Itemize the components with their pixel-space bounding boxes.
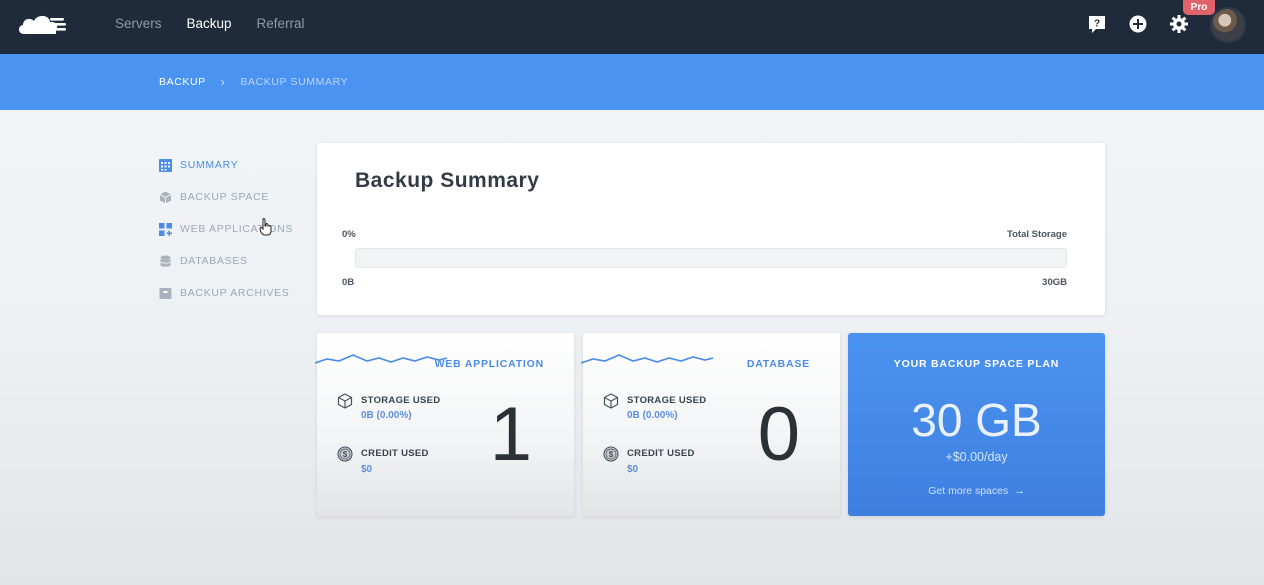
gear-icon[interactable] [1169,14,1189,34]
sidebar-item-web-applications[interactable]: WEB APPLICATIONS [159,214,293,246]
web-application-count: 1 [489,392,532,477]
plan-title: YOUR BACKUP SPACE PLAN [893,358,1060,370]
backup-space-plan-card: YOUR BACKUP SPACE PLAN 30 GB +$0.00/day … [848,333,1105,516]
cloud-logo-icon[interactable] [16,12,68,38]
storage-used-label: STORAGE USED [361,395,441,406]
coin-icon: $ [603,446,619,462]
sidebar-item-label: BACKUP ARCHIVES [180,287,290,299]
box-icon [337,393,353,409]
breadcrumb: BACKUP › BACKUP SUMMARY [159,75,348,89]
svg-text:$: $ [343,450,348,459]
sidebar: SUMMARY BACKUP SPACE WEB APPLICATIONS DA… [159,150,293,310]
storage-used-value: 0B (0.00%) [627,410,678,421]
add-icon[interactable] [1128,14,1148,34]
nav-backup-link[interactable]: Backup [187,16,232,31]
get-more-spaces-label: Get more spaces [928,485,1009,497]
credit-used-label: CREDIT USED [361,448,429,459]
wave-decoration-icon [581,354,713,364]
apps-icon [159,222,172,236]
cube-icon [159,191,172,203]
hand-cursor-icon [259,218,272,236]
sidebar-item-label: BACKUP SPACE [180,191,270,203]
archive-icon [159,287,172,299]
svg-text:$: $ [609,450,614,459]
backup-summary-card: Backup Summary 0% Total Storage 0B 30GB [317,143,1105,315]
wave-decoration-icon [315,354,447,364]
svg-text:?: ? [1094,19,1100,30]
usage-percent: 0% [342,229,356,240]
total-storage-label: Total Storage [1007,229,1067,240]
credit-used-value: $0 [361,464,373,475]
nav-referral-link[interactable]: Referral [257,16,305,31]
pro-badge: Pro [1183,0,1215,15]
breadcrumb-separator: › [220,75,226,89]
breadcrumb-backup[interactable]: BACKUP [159,76,206,88]
coin-icon: $ [337,446,353,462]
card-title: WEB APPLICATION [434,358,544,370]
storage-total-value: 30GB [1042,277,1067,288]
credit-used-value: $0 [627,464,639,475]
calendar-grid-icon [159,158,172,172]
credit-used-label: CREDIT USED [627,448,695,459]
box-icon [603,393,619,409]
get-more-spaces-link[interactable]: Get more spaces → [848,485,1105,497]
user-avatar[interactable] [1210,7,1246,43]
breadcrumb-current: BACKUP SUMMARY [240,76,349,88]
sidebar-item-label: WEB APPLICATIONS [180,223,294,235]
storage-used-value: 0B [342,277,355,288]
sidebar-item-backup-space[interactable]: BACKUP SPACE [159,182,293,214]
database-card[interactable]: DATABASE STORAGE USED 0B (0.00%) $ CREDI… [581,333,840,516]
help-icon[interactable]: ? [1087,14,1107,34]
arrow-right-icon: → [1014,485,1025,497]
plan-price: +$0.00/day [945,450,1008,464]
nav-servers-link[interactable]: Servers [115,16,162,31]
web-application-card[interactable]: WEB APPLICATION STORAGE USED 0B (0.00%) … [315,333,574,516]
sidebar-item-databases[interactable]: DATABASES [159,246,293,278]
database-icon [160,255,171,267]
sidebar-item-summary[interactable]: SUMMARY [159,150,293,182]
sidebar-item-backup-archives[interactable]: BACKUP ARCHIVES [159,278,293,310]
database-count: 0 [757,392,800,477]
sidebar-item-label: SUMMARY [180,159,239,171]
storage-used-value: 0B (0.00%) [361,410,412,421]
header-band: BACKUP › BACKUP SUMMARY [0,54,1264,110]
card-title: DATABASE [746,358,810,370]
storage-progress-bar [355,248,1067,268]
plan-size: 30 GB [911,394,1042,446]
sidebar-item-label: DATABASES [180,255,248,267]
storage-used-label: STORAGE USED [627,395,707,406]
top-navbar: Servers Backup Referral ? Pro [0,0,1264,54]
page-title: Backup Summary [355,169,540,192]
